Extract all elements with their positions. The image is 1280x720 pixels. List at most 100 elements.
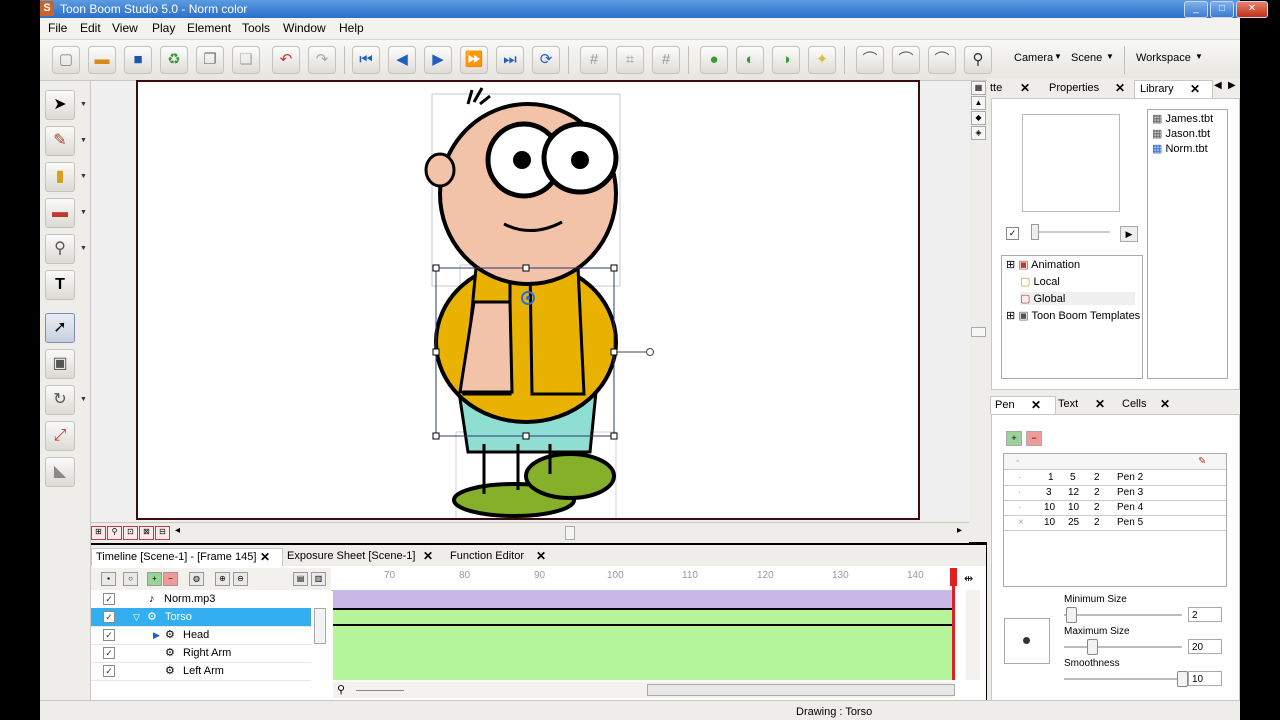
peg-icon[interactable]: ◍ [189,572,204,586]
tab-palette[interactable]: tte ✕ [990,80,1042,97]
search-icon[interactable]: ⚲ [964,46,992,74]
layer-row[interactable]: ✓ ⚙ Right Arm [91,644,311,663]
tree-node[interactable]: ⊞ ▣ Animation [1006,258,1080,271]
sound-track[interactable] [333,590,955,609]
zoom-slider[interactable] [356,690,404,691]
horizontal-scrollbar[interactable] [565,526,575,540]
max-size-field[interactable]: 20 [1188,639,1222,654]
menu-window[interactable]: Window [283,21,326,35]
tab-scroll-left-icon[interactable]: ◀ [1214,80,1222,91]
text-tool-icon[interactable]: T [45,270,75,300]
expand-triangle-icon[interactable]: ▽ [133,608,140,626]
curve-tool-3-icon[interactable]: ⌒ [928,46,956,74]
tab-properties[interactable]: Properties ✕ [1049,80,1129,97]
smoothness-slider[interactable] [1064,678,1182,680]
scene-menu[interactable]: Scene [1071,52,1102,64]
open-folder-icon[interactable]: ▬ [88,46,116,74]
layer-row[interactable]: ✓ ▶ ⚙ Head [91,626,311,645]
close-icon[interactable]: ✕ [1031,397,1041,414]
table-row[interactable]: · 1 5 2 Pen 2 [1004,470,1226,486]
brush-icon[interactable]: ✎ [45,126,75,156]
close-icon[interactable]: ✕ [536,548,546,565]
menu-element[interactable]: Element [187,21,231,35]
grid-overlay-icon[interactable]: # [652,46,680,74]
loop-icon[interactable]: ⟳ [532,46,560,74]
camera-tool-icon[interactable]: ⊠ [139,526,154,540]
curve-tool-2-icon[interactable]: ⌒ [892,46,920,74]
eraser-icon[interactable]: ▬ [45,198,75,228]
play-icon[interactable]: ▶ [424,46,452,74]
marquee-icon[interactable]: ▣ [45,349,75,379]
preview-checkbox[interactable]: ✓ [1006,227,1019,240]
expand-icon[interactable]: ▤ [293,572,308,586]
view-tool-icon[interactable]: ▲ [971,96,986,110]
scroll-left-icon[interactable]: ◂ [175,525,180,536]
layer-props-icon[interactable]: ▪ [101,572,116,586]
add-pen-icon[interactable]: + [1006,431,1022,446]
workspace-menu[interactable]: Workspace [1136,52,1191,64]
frame-ruler[interactable]: 70 80 90 100 110 120 130 140 [331,568,953,591]
track-vertical-scrollbar[interactable] [966,590,980,680]
min-size-field[interactable]: 2 [1188,607,1222,622]
menu-edit[interactable]: Edit [80,21,101,35]
paint-bucket-icon[interactable]: ▮ [45,162,75,192]
field-grid-icon[interactable]: ⌗ [616,46,644,74]
table-row[interactable]: · 3 12 2 Pen 3 [1004,485,1226,501]
preview-slider-knob[interactable] [1031,224,1039,240]
light-table-icon[interactable]: ◐ [736,46,764,74]
view-tool-icon[interactable]: ▦ [971,81,986,95]
close-icon[interactable]: ✕ [1095,396,1105,413]
undo-icon[interactable]: ↶ [272,46,300,74]
tab-timeline[interactable]: Timeline [Scene-1] - [Frame 145] ✕ [91,548,283,566]
preview-slider[interactable] [1032,231,1110,233]
circle-icon[interactable]: ○ [123,572,138,586]
character-norm[interactable] [138,82,918,525]
rotate-icon[interactable]: ↻ [45,385,75,415]
previous-frame-icon[interactable]: ◀ [388,46,416,74]
play-preview-icon[interactable]: ▶ [1120,226,1138,242]
tree-node[interactable]: ⊞ ▣ Toon Boom Templates [1006,309,1140,322]
add-element-icon[interactable]: + [147,572,162,586]
camera-tool-icon[interactable]: ⚲ [107,526,122,540]
camera-tool-icon[interactable]: ⊡ [123,526,138,540]
close-icon[interactable]: ✕ [1115,80,1125,97]
timeline-track[interactable] [333,626,955,645]
next-frame-icon[interactable]: ⏩ [460,46,488,74]
layer-row[interactable]: ✓ ♪ Norm.mp3 [91,590,311,609]
vertical-scrollbar[interactable] [971,327,986,337]
remove-pen-icon[interactable]: − [1026,431,1042,446]
menu-tools[interactable]: Tools [242,21,270,35]
curve-tool-icon[interactable]: ⌒ [856,46,884,74]
timeline-track[interactable] [333,644,955,663]
table-row[interactable]: · 10 10 2 Pen 4 [1004,500,1226,516]
minimize-button[interactable]: _ [1184,1,1208,18]
peg-add-icon[interactable]: ⊕ [215,572,230,586]
close-window-button[interactable]: ✕ [1236,1,1268,18]
redo-icon[interactable]: ↷ [308,46,336,74]
tab-text[interactable]: Text ✕ [1058,396,1110,413]
list-item[interactable]: ▦ Jason.tbt [1152,127,1210,140]
timeline-track[interactable] [333,662,955,681]
tab-function-editor[interactable]: Function Editor ✕ [450,548,550,565]
layer-scrollbar[interactable] [314,608,326,644]
zoom-icon[interactable]: ⚲ [45,234,75,264]
min-size-knob[interactable] [1066,607,1077,623]
menu-play[interactable]: Play [152,21,175,35]
close-icon[interactable]: ✕ [1020,80,1030,97]
tab-scroll-right-icon[interactable]: ▶ [1228,80,1236,91]
remove-element-icon[interactable]: − [163,572,178,586]
auto-light-icon[interactable]: ◑ [772,46,800,74]
tab-exposure-sheet[interactable]: Exposure Sheet [Scene-1] ✕ [287,548,437,565]
layer-visible-checkbox[interactable]: ✓ [103,665,115,677]
first-frame-icon[interactable]: ⏮ [352,46,380,74]
menu-file[interactable]: File [48,21,67,35]
expand-timeline-icon[interactable]: ⇹ [964,572,973,585]
transform-icon[interactable]: ➚ [45,313,75,343]
layer-visible-checkbox[interactable]: ✓ [103,647,115,659]
close-icon[interactable]: ✕ [423,548,433,565]
smoothness-knob[interactable] [1177,671,1188,687]
maximize-button[interactable]: □ [1210,1,1234,18]
new-icon[interactable]: ▢ [52,46,80,74]
grid-icon[interactable]: # [580,46,608,74]
view-tool-icon[interactable]: ◆ [971,111,986,125]
